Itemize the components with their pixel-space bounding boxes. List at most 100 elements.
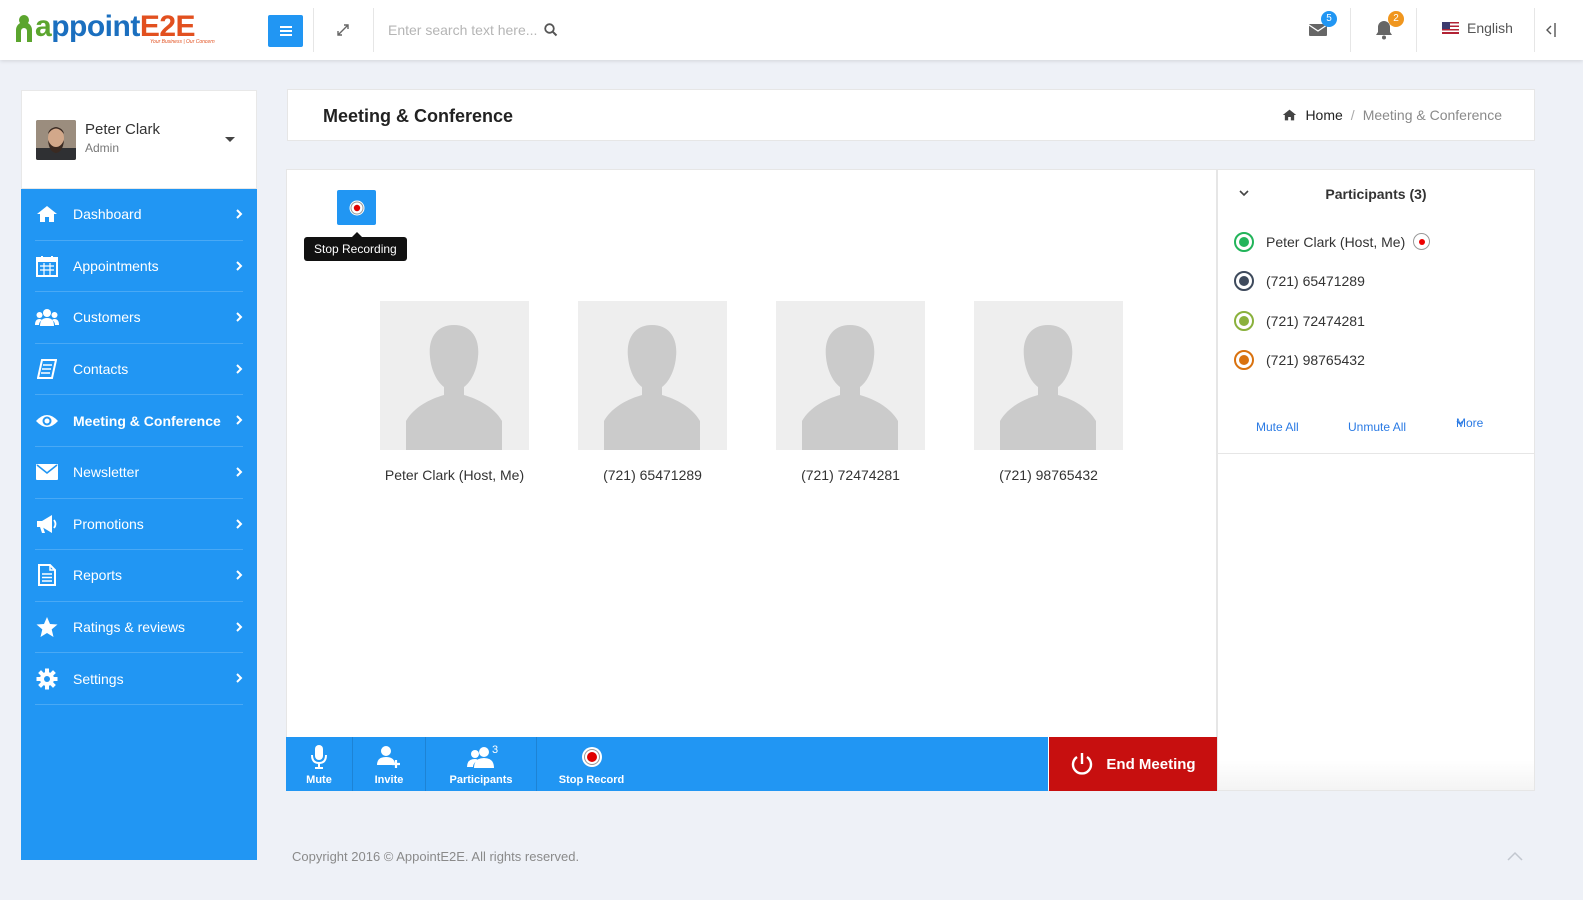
- sidebar-item-label: Newsletter: [73, 464, 140, 481]
- user-name: Peter Clark: [85, 121, 161, 138]
- page-header: Meeting & Conference Home / Meeting & Co…: [287, 89, 1535, 141]
- copyright-text: Copyright 2016 © AppointE2E. All rights …: [292, 849, 580, 864]
- search-box: [388, 18, 568, 42]
- language-label: English: [1467, 20, 1513, 36]
- search-icon[interactable]: [544, 23, 558, 37]
- bullhorn-icon: [35, 512, 59, 536]
- divider: [1416, 8, 1417, 52]
- power-icon: [1072, 753, 1093, 775]
- panel-bottom-fade: [1218, 760, 1534, 790]
- chevron-right-icon: [236, 622, 243, 632]
- invite-label: Invite: [374, 774, 404, 786]
- chevron-right-icon: [236, 312, 243, 322]
- sidebar-item-dashboard[interactable]: Dashboard: [35, 189, 243, 241]
- home-icon: [35, 202, 59, 226]
- meeting-stage: Stop Recording Peter Clark (Host, Me) (7…: [286, 169, 1217, 791]
- messages-badge: 5: [1321, 11, 1337, 27]
- unmute-all-link[interactable]: Unmute All: [1348, 420, 1406, 434]
- divider: [373, 8, 374, 52]
- scroll-to-top-icon[interactable]: [1507, 851, 1523, 861]
- user-menu-caret-icon[interactable]: [225, 137, 235, 142]
- participant-list-item[interactable]: (721) 98765432: [1234, 341, 1430, 381]
- sidebar-item-reports[interactable]: Reports: [35, 550, 243, 602]
- participant-list-item[interactable]: (721) 72474281: [1234, 301, 1430, 341]
- participants-count: 3: [492, 744, 499, 756]
- person-silhouette-icon: [802, 325, 898, 450]
- participant-tile[interactable]: (721) 72474281: [776, 301, 925, 483]
- participant-tile[interactable]: (721) 65471289: [578, 301, 727, 483]
- calendar-icon: [35, 254, 59, 278]
- search-input[interactable]: [388, 22, 540, 38]
- participant-list-name: (721) 72474281: [1266, 312, 1365, 329]
- participant-list-item[interactable]: Peter Clark (Host, Me): [1234, 222, 1431, 262]
- menu-toggle-button[interactable]: [268, 15, 303, 47]
- sidebar-item-newsletter[interactable]: Newsletter: [35, 447, 243, 499]
- sidebar-item-label: Appointments: [73, 257, 159, 274]
- sidebar-item-label: Meeting & Conference: [73, 412, 221, 429]
- invite-button[interactable]: Invite: [353, 737, 426, 791]
- sidebar-item-settings[interactable]: Settings: [35, 653, 243, 705]
- participants-panel: Participants (3) Peter Clark (Host, Me) …: [1217, 169, 1535, 791]
- notifications-button[interactable]: 2: [1375, 11, 1404, 42]
- person-silhouette-icon: [1000, 325, 1096, 450]
- hamburger-icon: [279, 26, 292, 36]
- address-book-icon: [35, 357, 59, 381]
- mute-all-link[interactable]: Mute All: [1256, 420, 1299, 434]
- fullscreen-button[interactable]: [333, 20, 353, 40]
- stop-record-button[interactable]: Stop Record: [537, 737, 646, 791]
- record-icon: [349, 200, 364, 215]
- document-icon: [35, 563, 59, 587]
- sidebar-item-meeting-conference[interactable]: Meeting & Conference: [35, 395, 243, 447]
- sidebar-item-label: Dashboard: [73, 206, 142, 223]
- participant-tile[interactable]: (721) 98765432: [974, 301, 1123, 483]
- users-icon: [35, 305, 59, 329]
- avatar-placeholder: [380, 301, 529, 450]
- participants-button[interactable]: 3 Participants: [426, 737, 537, 791]
- sidebar-item-label: Contacts: [73, 361, 129, 378]
- participant-list-item[interactable]: (721) 65471289: [1234, 262, 1430, 302]
- page-title: Meeting & Conference: [323, 106, 514, 126]
- sidebar-item-contacts[interactable]: Contacts: [35, 344, 243, 396]
- expand-icon: [337, 24, 349, 36]
- sidebar-item-appointments[interactable]: Appointments: [35, 241, 243, 293]
- chevron-right-icon: [236, 570, 243, 580]
- sidebar-item-label: Customers: [73, 309, 141, 326]
- star-icon: [35, 615, 59, 639]
- more-label: More: [1456, 416, 1484, 430]
- avatar-placeholder: [578, 301, 727, 450]
- participants-panel-header: Participants (3): [1218, 170, 1534, 215]
- sidebar: Peter Clark Admin Dashboard Appointments…: [21, 90, 257, 860]
- sidebar-item-label: Reports: [73, 567, 123, 584]
- avatar[interactable]: [36, 120, 76, 160]
- gear-icon: [35, 667, 59, 691]
- notifications-badge: 2: [1388, 11, 1404, 27]
- user-card: Peter Clark Admin: [21, 90, 257, 189]
- add-user-icon: [377, 746, 400, 768]
- app-logo[interactable]: appointE2E Your Business | Our Concern: [14, 12, 215, 45]
- participant-list-name: Peter Clark (Host, Me): [1266, 233, 1406, 250]
- stop-recording-button[interactable]: [337, 190, 376, 225]
- breadcrumb-separator: /: [1350, 107, 1355, 123]
- messages-button[interactable]: 5: [1308, 11, 1337, 42]
- sidebar-item-customers[interactable]: Customers: [35, 292, 243, 344]
- language-selector[interactable]: English: [1442, 20, 1513, 36]
- divider: [1350, 8, 1351, 52]
- stop-recording-tooltip: Stop Recording: [304, 232, 407, 261]
- breadcrumb-home-link[interactable]: Home: [1305, 107, 1342, 123]
- sidebar-item-ratings-reviews[interactable]: Ratings & reviews: [35, 602, 243, 654]
- end-meeting-button[interactable]: End Meeting: [1049, 737, 1217, 791]
- logo-tagline: Your Business | Our Concern: [150, 39, 215, 45]
- chevron-right-icon: [236, 673, 243, 684]
- chevron-right-icon: [236, 518, 243, 529]
- participant-tile[interactable]: Peter Clark (Host, Me): [380, 301, 529, 483]
- mute-button[interactable]: Mute: [286, 737, 353, 791]
- avatar-placeholder: [776, 301, 925, 450]
- more-dropdown[interactable]: More: [1456, 416, 1483, 430]
- status-dot-icon: [1234, 231, 1254, 252]
- status-dot-icon: [1234, 271, 1254, 292]
- divider: [1534, 8, 1535, 52]
- mute-label: Mute: [306, 774, 332, 786]
- right-panel-toggle[interactable]: [1545, 20, 1559, 40]
- sidebar-item-promotions[interactable]: Promotions: [35, 499, 243, 551]
- top-bar: appointE2E Your Business | Our Concern 5…: [0, 0, 1583, 60]
